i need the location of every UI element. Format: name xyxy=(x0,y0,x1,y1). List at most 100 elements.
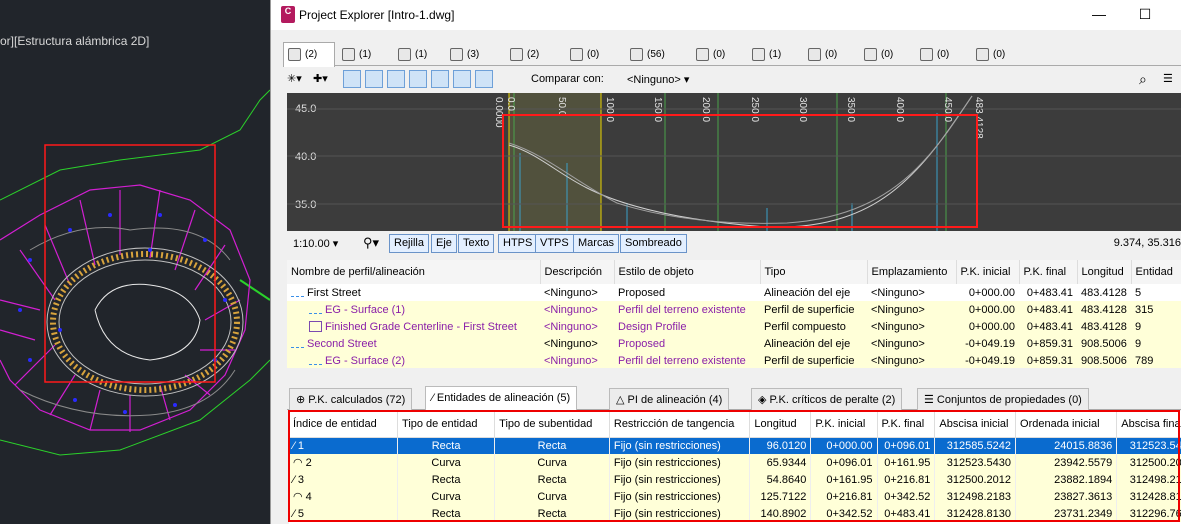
tab-property-sets[interactable]: ☰ Conjuntos de propiedades (0) xyxy=(917,388,1089,410)
title-bar[interactable]: C Project Explorer [Intro-1.dwg] — ☐ xyxy=(271,0,1181,30)
cell: <Ninguno> xyxy=(544,337,598,350)
tab-surfaces[interactable]: (2) xyxy=(505,42,561,66)
profile-wave-icon[interactable] xyxy=(365,70,383,88)
surface-profile-icon xyxy=(309,305,322,315)
profile-graph[interactable]: 45.0 40.0 35.0 0.0000 0.0 50.0 100.0 150… xyxy=(287,93,1181,231)
cell: 140.8902 xyxy=(749,505,812,522)
cell: 0+483.41 xyxy=(1026,303,1073,316)
surface-profile-icon xyxy=(309,356,322,366)
col-end[interactable]: P.K. final xyxy=(1019,260,1078,284)
tab-superelevation-stations[interactable]: ◈ P.K. críticos de peralte (2) xyxy=(751,388,903,410)
toggle-shading-button[interactable]: Sombreado xyxy=(620,234,687,253)
tab-parcels[interactable]: (0) xyxy=(691,42,743,66)
create-profile-icon[interactable]: ✚▾ xyxy=(313,70,335,88)
create-alignment-icon[interactable]: ✳▾ xyxy=(287,70,309,88)
list-view-icon[interactable]: ☰ xyxy=(1163,70,1181,88)
col-start-station[interactable]: P.K. inicial xyxy=(810,411,878,438)
cell: 0+000.00 xyxy=(968,320,1015,333)
cell: 9 xyxy=(1135,337,1142,350)
cell: 908.5006 xyxy=(1081,354,1127,367)
col-site[interactable]: Emplazamiento xyxy=(867,260,957,284)
col-description[interactable]: Descripción xyxy=(540,260,615,284)
search-icon[interactable]: ⌕ xyxy=(1139,70,1161,88)
toggle-vtps-button[interactable]: VTPS xyxy=(535,234,574,253)
cad-viewport[interactable]: or][Estructura alámbrica 2D] xyxy=(0,0,270,524)
cursor-coordinates: 9.374, 35.316 xyxy=(1113,237,1181,249)
table-row[interactable]: ⁄ 5 Recta Recta Fijo (sin restricciones)… xyxy=(289,505,1181,522)
cell: 483.4128 xyxy=(1081,286,1127,299)
tab-views[interactable]: (0) xyxy=(915,42,967,66)
toggle-grid-button[interactable]: Rejilla xyxy=(389,234,429,253)
toggle-text-button[interactable]: Texto xyxy=(458,234,495,253)
profile-grade-icon[interactable] xyxy=(387,70,405,88)
tab-sample-lines[interactable]: (3) xyxy=(445,42,501,66)
tab-calculated-stations[interactable]: ⊕ P.K. calculados (72) xyxy=(289,388,413,410)
tab-subassemblies[interactable]: (0) xyxy=(803,42,855,66)
col-start[interactable]: P.K. inicial xyxy=(956,260,1020,284)
cell: Curva xyxy=(397,454,496,471)
table-row[interactable]: EG - Surface (1) <Ninguno> Perfil del te… xyxy=(287,301,1181,318)
col-entity-index[interactable]: Índice de entidad xyxy=(289,411,399,438)
cell: 312498.2183 xyxy=(934,488,1017,505)
profile-curve-icon[interactable] xyxy=(409,70,427,88)
tab-tables[interactable]: (0) xyxy=(971,42,1023,66)
table-row[interactable]: ⁄ 3 Recta Recta Fijo (sin restricciones)… xyxy=(289,471,1181,488)
tab-corridors[interactable]: (1) xyxy=(393,42,441,66)
cell: 0+000.00 xyxy=(968,303,1015,316)
col-entity-type[interactable]: Tipo de entidad xyxy=(397,411,496,438)
tab-profiles[interactable]: (1) xyxy=(337,42,389,66)
table-row[interactable]: EG - Surface (2) <Ninguno> Perfil del te… xyxy=(287,352,1181,368)
profile-offset-icon[interactable] xyxy=(453,70,471,88)
maximize-button[interactable]: ☐ xyxy=(1130,4,1160,26)
col-end-station[interactable]: P.K. final xyxy=(877,411,936,438)
profile-view-icon[interactable] xyxy=(343,70,361,88)
col-subentity-type[interactable]: Tipo de subentidad xyxy=(494,411,610,438)
profile-band-icon[interactable] xyxy=(475,70,493,88)
zoom-icon[interactable]: ⚲▾ xyxy=(363,235,379,251)
cell: Proposed xyxy=(618,286,666,299)
tab-alignment-entities[interactable]: ⁄ Entidades de alineación (5) xyxy=(425,386,578,411)
col-constraint[interactable]: Restricción de tangencia xyxy=(609,411,751,438)
col-length[interactable]: Longitud xyxy=(749,411,812,438)
col-type[interactable]: Tipo xyxy=(760,260,868,284)
x-tick: 150.0 xyxy=(652,97,663,122)
cell: 312498.2183 xyxy=(1116,471,1181,488)
minimize-button[interactable]: — xyxy=(1084,4,1114,26)
table-row[interactable]: First Street <Ninguno> Proposed Alineaci… xyxy=(287,284,1181,301)
cell: 312428.8130 xyxy=(934,505,1017,522)
cell: <Ninguno> xyxy=(871,320,925,333)
cell: Curva xyxy=(397,488,496,505)
profile-station-icon[interactable] xyxy=(431,70,449,88)
splitter[interactable] xyxy=(287,370,1181,384)
table-row[interactable]: Second Street <Ninguno> Proposed Alineac… xyxy=(287,335,1181,352)
cell: Curva xyxy=(494,454,610,471)
col-end-easting[interactable]: Abscisa final xyxy=(1116,411,1181,438)
cell: 0+161.95 xyxy=(810,471,878,488)
tab-pipes[interactable]: (56) xyxy=(625,42,687,66)
cell: 0+342.52 xyxy=(877,488,936,505)
tab-sections[interactable]: (0) xyxy=(859,42,911,66)
col-start-northing[interactable]: Ordenada inicial xyxy=(1015,411,1118,438)
tab-alignments[interactable]: (2) xyxy=(283,42,335,67)
compare-label: Comparar con: xyxy=(531,73,604,85)
scale-dropdown[interactable]: 1:10.00 ▾ xyxy=(293,237,338,250)
cell: -0+049.19 xyxy=(965,354,1015,367)
toggle-htps-button[interactable]: HTPS xyxy=(498,234,538,253)
table-row[interactable]: Finished Grade Centerline - First Street… xyxy=(287,318,1181,335)
tab-feature-lines[interactable]: (0) xyxy=(565,42,621,66)
col-length[interactable]: Longitud xyxy=(1077,260,1132,284)
tab-alignment-pi[interactable]: △ PI de alineación (4) xyxy=(609,388,730,410)
col-start-easting[interactable]: Abscisa inicial xyxy=(934,411,1017,438)
col-style[interactable]: Estilo de objeto xyxy=(614,260,761,284)
cell: <Ninguno> xyxy=(871,354,925,367)
tab-assemblies[interactable]: (1) xyxy=(747,42,799,66)
col-name[interactable]: Nombre de perfil/alineación xyxy=(287,260,541,284)
toggle-marks-button[interactable]: Marcas xyxy=(573,234,620,253)
table-row[interactable]: ⁄ 1 Recta Recta Fijo (sin restricciones)… xyxy=(289,437,1181,454)
table-row[interactable]: ◠ 2 Curva Curva Fijo (sin restricciones)… xyxy=(289,454,1181,471)
cell: 0+859.31 xyxy=(1026,337,1073,350)
table-row[interactable]: ◠ 4 Curva Curva Fijo (sin restricciones)… xyxy=(289,488,1181,505)
compare-dropdown[interactable]: <Ninguno> ▾ xyxy=(611,71,689,89)
toggle-axis-button[interactable]: Eje xyxy=(431,234,457,253)
col-entities[interactable]: Entidad xyxy=(1131,260,1181,284)
